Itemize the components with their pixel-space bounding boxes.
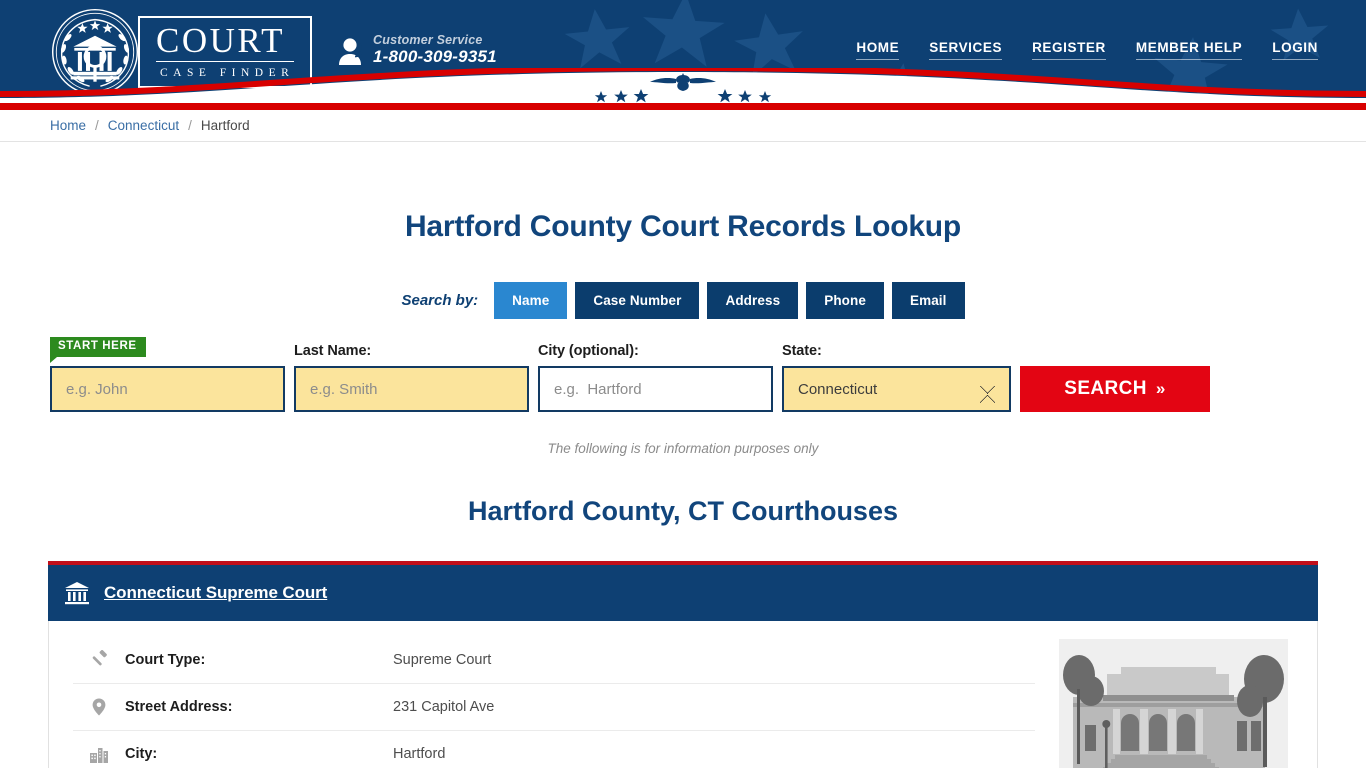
last-name-field-group: Last Name:	[294, 343, 529, 412]
city-label: City (optional):	[538, 343, 639, 359]
nav-item-login[interactable]: LOGIN	[1272, 40, 1318, 60]
detail-value: Hartford	[393, 746, 446, 762]
courthouse-name-link[interactable]: Connecticut Supreme Court	[104, 583, 327, 603]
first-name-input[interactable]	[50, 366, 285, 412]
eagle-stars-emblem	[594, 73, 772, 103]
breadcrumb-item-hartford: Hartford	[200, 118, 250, 133]
detail-label: Court Type:	[125, 652, 206, 668]
courthouse-details: Court Type: Supreme Court Street Address…	[73, 637, 1059, 768]
search-button-label: SEARCH	[1064, 378, 1147, 399]
info-note: The following is for information purpose…	[547, 441, 819, 456]
tab-email[interactable]: Email	[891, 282, 965, 319]
city-building-icon	[89, 744, 109, 764]
nav-item-services[interactable]: SERVICES	[929, 40, 1003, 60]
header-red-bar	[0, 103, 1366, 110]
customer-service-phone: 1-800-309-9351	[373, 47, 497, 67]
breadcrumb-separator: /	[95, 118, 99, 133]
detail-row-city: City: Hartford	[73, 731, 1035, 768]
bank-columns-icon	[65, 582, 89, 605]
breadcrumb-item-home[interactable]: Home	[50, 110, 86, 142]
tab-case-number[interactable]: Case Number	[575, 282, 700, 319]
nav-item-member-help[interactable]: MEMBER HELP	[1135, 40, 1243, 60]
page-content: Hartford County Court Records Lookup Sea…	[48, 210, 1318, 768]
customer-service[interactable]: Customer Service 1-800-309-9351	[336, 33, 497, 67]
search-by-tabs: Search by: Name Case Number Address Phon…	[48, 282, 1318, 319]
site-header: COURT CASE FINDER Customer Service 1-800…	[0, 0, 1366, 103]
courthouse-card-header: Connecticut Supreme Court	[48, 565, 1318, 621]
courthouse-photo	[1059, 639, 1288, 768]
detail-label: Street Address:	[125, 699, 233, 715]
nav-item-register[interactable]: REGISTER	[1032, 40, 1106, 60]
tab-address[interactable]: Address	[707, 282, 799, 319]
detail-row-street-address: Street Address: 231 Capitol Ave	[73, 684, 1035, 731]
nav-item-home[interactable]: HOME	[856, 40, 900, 60]
courthouse-card: Connecticut Supreme Court Court Type: Su	[48, 561, 1318, 768]
breadcrumb-separator: /	[188, 118, 192, 133]
courthouse-card-body: Court Type: Supreme Court Street Address…	[48, 621, 1318, 768]
last-name-input[interactable]	[294, 366, 529, 412]
detail-value: 231 Capitol Ave	[393, 699, 495, 715]
breadcrumb: Home / Connecticut / Hartford	[48, 110, 1318, 142]
state-select[interactable]: Connecticut	[782, 366, 1011, 412]
state-label: State:	[782, 343, 822, 359]
city-field-group: City (optional):	[538, 343, 773, 412]
tab-name[interactable]: Name	[494, 282, 568, 319]
city-input[interactable]	[538, 366, 773, 412]
search-form-row: First Name: Last Name: City (optional): …	[50, 343, 1318, 412]
main-navigation: HOME SERVICES REGISTER MEMBER HELP LOGIN	[856, 40, 1318, 60]
double-chevron-right-icon: »	[1155, 379, 1166, 398]
headset-support-icon	[338, 35, 363, 65]
breadcrumb-bar: Home / Connecticut / Hartford	[0, 110, 1366, 142]
map-pin-icon	[89, 697, 109, 717]
breadcrumb-item-connecticut[interactable]: Connecticut	[108, 110, 179, 142]
search-form: START HERE First Name: Last Name: City (…	[48, 337, 1318, 412]
detail-label: City:	[125, 746, 158, 762]
tab-phone[interactable]: Phone	[806, 282, 884, 319]
page-title: Hartford County Court Records Lookup	[404, 210, 962, 243]
search-by-label: Search by:	[401, 292, 479, 309]
search-button[interactable]: SEARCH »	[1020, 366, 1210, 412]
last-name-label: Last Name:	[294, 343, 372, 359]
state-field-group: State: Connecticut	[782, 343, 1011, 412]
section-title: Hartford County, CT Courthouses	[468, 496, 898, 526]
logo-title: COURT	[156, 23, 295, 62]
courthouse-photo-column	[1059, 637, 1293, 768]
detail-value: Supreme Court	[393, 652, 492, 668]
customer-service-text: Customer Service 1-800-309-9351	[373, 33, 497, 67]
detail-row-court-type: Court Type: Supreme Court	[73, 637, 1035, 684]
gavel-icon	[89, 650, 109, 670]
start-here-badge: START HERE	[50, 337, 146, 362]
customer-service-label: Customer Service	[373, 33, 483, 47]
